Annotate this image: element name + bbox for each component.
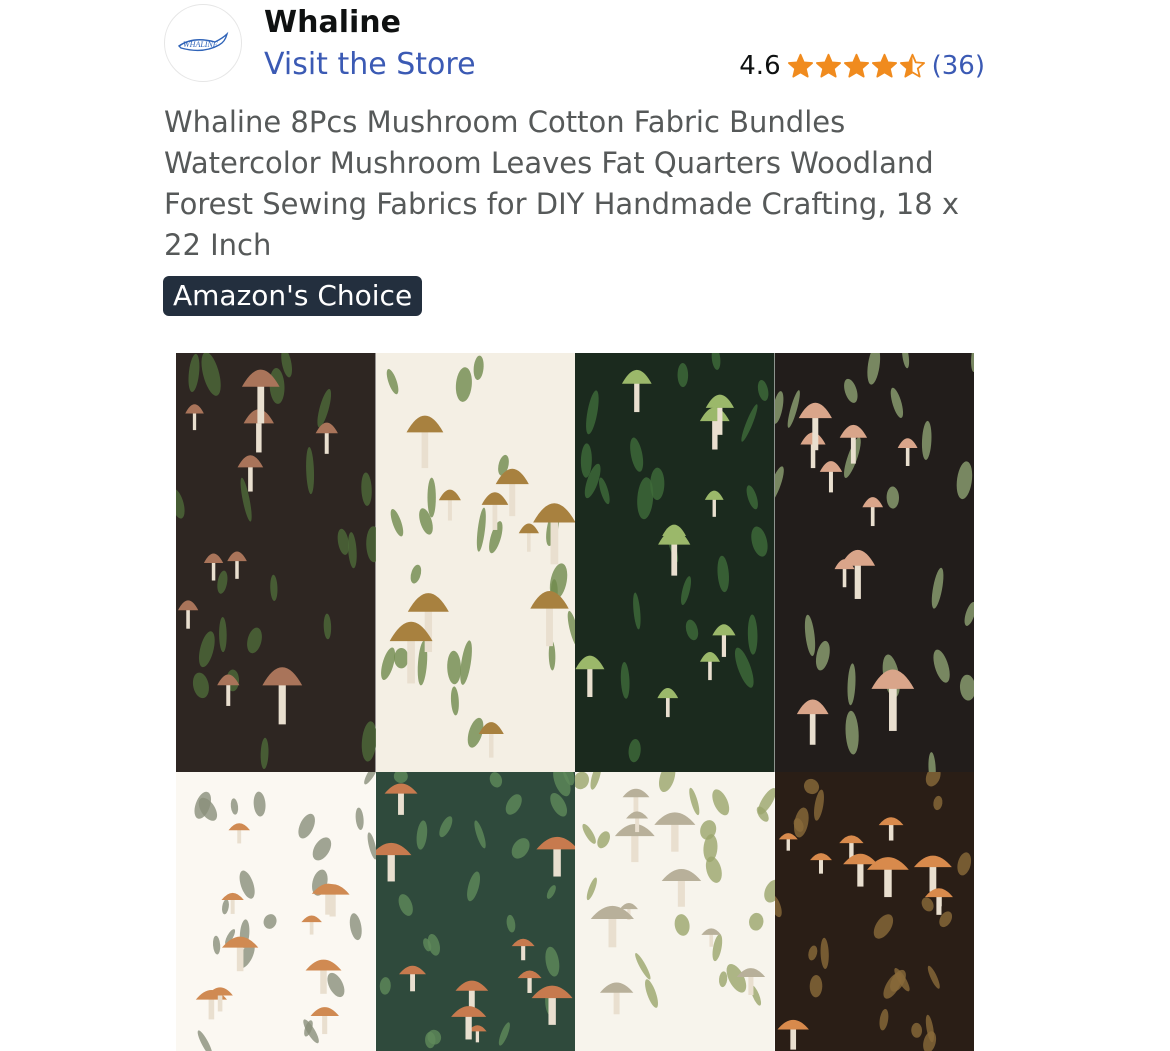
mushroom-pattern-image bbox=[375, 353, 575, 772]
store-name: Whaline bbox=[264, 5, 401, 40]
rating-summary[interactable]: 4.6 (36) bbox=[739, 48, 985, 84]
star-half-icon bbox=[899, 53, 925, 78]
rating-value: 4.6 bbox=[739, 51, 781, 81]
product-title: Whaline 8Pcs Mushroom Cotton Fabric Bund… bbox=[164, 105, 960, 262]
rating-count-link[interactable]: (36) bbox=[932, 51, 985, 81]
mushroom-pattern-image bbox=[774, 353, 974, 772]
fabric-swatch-white-sage-mushroom-print[interactable] bbox=[575, 772, 775, 1051]
star-full-icon bbox=[815, 53, 841, 78]
mushroom-pattern-image bbox=[375, 772, 575, 1051]
visit-store-link[interactable]: Visit the Store bbox=[264, 46, 476, 84]
mushroom-pattern-image bbox=[774, 772, 974, 1051]
fabric-swatch-cream-brown-mushroom-print[interactable] bbox=[375, 353, 575, 772]
star-rating bbox=[787, 53, 926, 80]
fabric-swatch-green-forest-mushroom-print[interactable] bbox=[575, 353, 775, 772]
fabric-swatch-dark-brown-mushroom-print[interactable] bbox=[176, 353, 376, 772]
fabric-swatch-chocolate-orange-mushroom-print[interactable] bbox=[774, 772, 974, 1051]
star-full-icon bbox=[787, 53, 813, 78]
mushroom-pattern-image bbox=[575, 353, 775, 772]
product-image-gallery[interactable] bbox=[176, 353, 974, 1051]
store-logo[interactable]: WHALINE bbox=[164, 4, 242, 82]
mushroom-pattern-image bbox=[176, 772, 376, 1051]
mushroom-pattern-image bbox=[575, 772, 775, 1051]
whale-logo-icon: WHALINE bbox=[177, 31, 229, 52]
amazons-choice-badge: Amazon's Choice bbox=[163, 276, 423, 316]
fabric-swatch-teal-green-mushroom-print[interactable] bbox=[375, 772, 575, 1051]
star-full-icon bbox=[871, 53, 897, 78]
mushroom-pattern-image bbox=[176, 353, 376, 772]
fabric-swatch-black-tan-mushroom-print[interactable] bbox=[774, 353, 974, 772]
star-full-icon bbox=[843, 53, 869, 78]
fabric-swatch-white-orange-mushroom-print[interactable] bbox=[176, 772, 376, 1051]
svg-text:WHALINE: WHALINE bbox=[183, 40, 218, 49]
